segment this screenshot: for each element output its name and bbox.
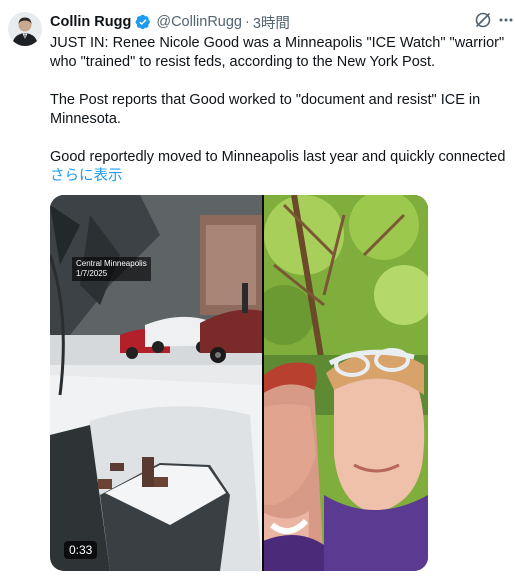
tweet-header: Collin Rugg @CollinRugg · 3時間 <box>50 12 290 32</box>
grok-icon[interactable] <box>474 11 492 29</box>
tweet-paragraph-2: The Post reports that Good worked to "do… <box>50 92 481 127</box>
video-location-overlay: Central Minneapolis 1/7/2025 <box>72 257 151 281</box>
show-more-link[interactable]: さらに表示 <box>50 168 123 184</box>
separator-dot: · <box>245 14 250 30</box>
video-frame-selfie <box>264 195 428 571</box>
timestamp[interactable]: 3時間 <box>253 12 290 33</box>
video-player[interactable]: Central Minneapolis 1/7/2025 0:33 <box>50 195 428 571</box>
verified-badge-icon <box>135 14 151 30</box>
more-options-icon[interactable] <box>498 11 514 29</box>
video-duration: 0:33 <box>64 541 98 559</box>
tweet-card[interactable]: Collin Rugg @CollinRugg · 3時間 JUST IN: R… <box>0 0 515 576</box>
author-handle[interactable]: @CollinRugg <box>156 14 242 30</box>
author-name[interactable]: Collin Rugg <box>50 14 131 30</box>
overlay-location: Central Minneapolis <box>76 259 147 268</box>
tweet-text: JUST IN: Renee Nicole Good was a Minneap… <box>50 34 510 186</box>
avatar[interactable] <box>8 12 42 46</box>
tweet-paragraph-3: Good reportedly moved to Minneapolis las… <box>50 149 506 165</box>
video-frame-street: Central Minneapolis 1/7/2025 <box>50 195 262 571</box>
overlay-date: 1/7/2025 <box>76 269 108 278</box>
tweet-paragraph-1: JUST IN: Renee Nicole Good was a Minneap… <box>50 35 505 70</box>
